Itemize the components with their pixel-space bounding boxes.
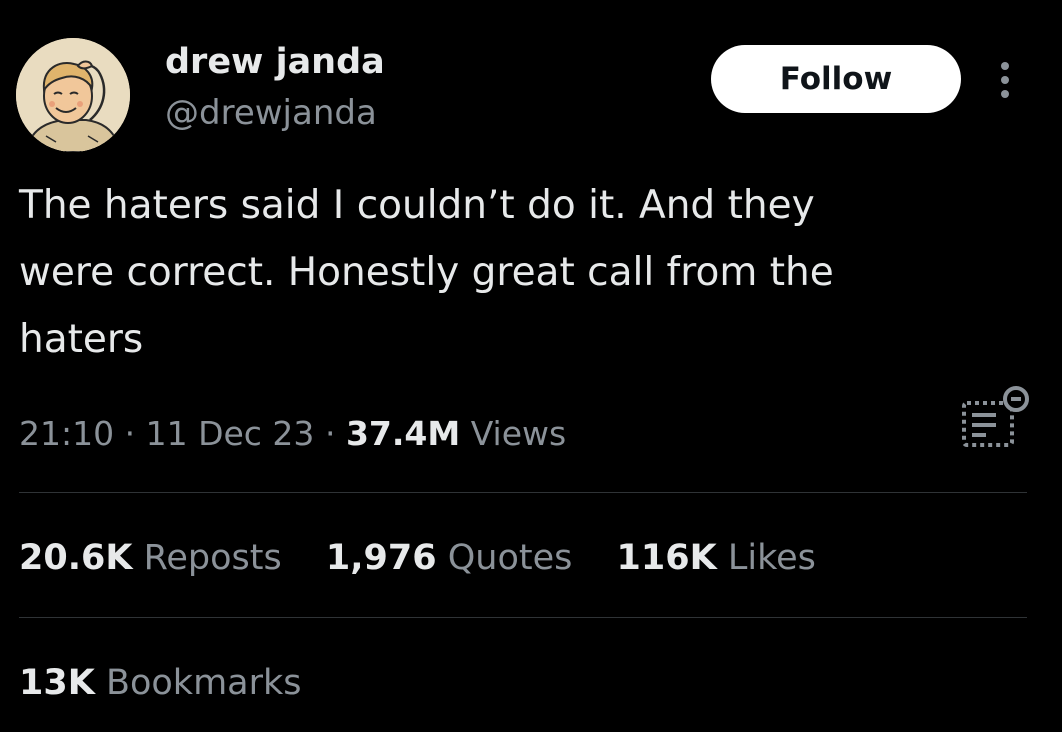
more-vertical-icon[interactable]	[993, 60, 1017, 100]
engagement-stats: 20.6K Reposts 1,976 Quotes 116K Likes	[19, 532, 849, 584]
views-count: 37.4M	[345, 414, 461, 453]
tweet-date[interactable]: 11 Dec 23	[146, 414, 315, 453]
avatar-image	[16, 38, 130, 152]
author-display-name[interactable]: drew janda	[165, 38, 385, 86]
tweet-time[interactable]: 21:10	[19, 414, 114, 453]
quotes-stat[interactable]: 1,976 Quotes	[326, 538, 573, 578]
quotes-label: Quotes	[447, 538, 573, 578]
reposts-count: 20.6K	[19, 538, 133, 578]
meta-separator: ·	[124, 414, 136, 453]
avatar[interactable]	[16, 38, 130, 152]
divider	[19, 492, 1027, 493]
tweet-card: drew janda @drewjanda Follow The haters …	[0, 0, 1062, 732]
quotes-count: 1,976	[325, 538, 437, 578]
bookmarks-stat[interactable]: 13K Bookmarks	[19, 657, 302, 709]
bookmarks-label: Bookmarks	[105, 663, 302, 703]
post-analytics-icon[interactable]	[956, 381, 1032, 451]
likes-label: Likes	[727, 538, 816, 578]
tweet-text: The haters said I couldn’t do it. And th…	[19, 183, 834, 362]
tweet-meta: 21:10 · 11 Dec 23 · 37.4M Views	[19, 410, 566, 458]
meta-separator: ·	[324, 414, 336, 453]
reposts-stat[interactable]: 20.6K Reposts	[19, 538, 282, 578]
follow-button[interactable]: Follow	[711, 45, 961, 113]
bookmarks-count: 13K	[19, 663, 95, 703]
likes-stat[interactable]: 116K Likes	[617, 538, 816, 578]
reposts-label: Reposts	[143, 538, 282, 578]
likes-count: 116K	[616, 538, 717, 578]
views-label: Views	[470, 414, 567, 453]
author-handle[interactable]: @drewjanda	[165, 90, 377, 136]
divider	[19, 617, 1027, 618]
